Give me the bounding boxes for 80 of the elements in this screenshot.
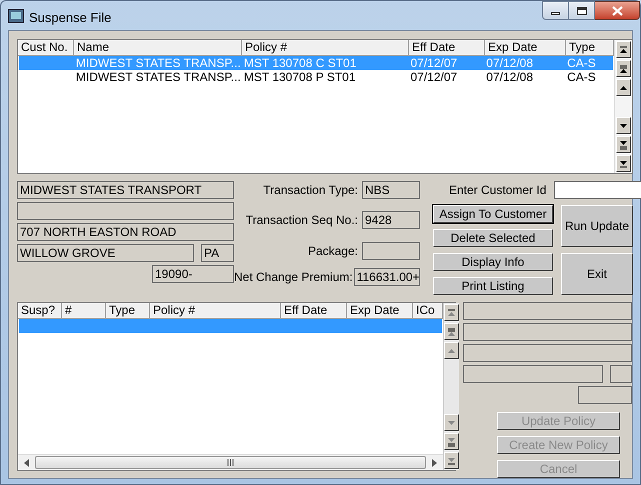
- column-header[interactable]: Exp Date: [347, 303, 413, 319]
- window-title: Suspense File: [29, 9, 112, 27]
- right-arrow-icon: [432, 458, 437, 466]
- column-header[interactable]: Type: [566, 40, 614, 56]
- column-header[interactable]: #: [62, 303, 106, 319]
- state-field[interactable]: PA: [201, 244, 234, 262]
- up-arrow-icon: [446, 308, 457, 318]
- page-up-button[interactable]: [616, 60, 631, 77]
- down-arrow-icon: [618, 140, 629, 150]
- page-down-button[interactable]: [444, 433, 459, 450]
- column-header[interactable]: Name: [74, 40, 242, 56]
- city-field[interactable]: WILLOW GROVE: [17, 244, 194, 262]
- action-button[interactable]: Exit: [561, 253, 633, 295]
- zip-field[interactable]: 19090-: [152, 265, 234, 283]
- scroll-down-button[interactable]: [616, 117, 631, 134]
- text-field[interactable]: [463, 323, 632, 341]
- value-field[interactable]: 116631.00+: [354, 268, 420, 286]
- column-header[interactable]: Eff Date: [409, 40, 485, 56]
- address-field[interactable]: 707 NORTH EASTON ROAD: [17, 223, 234, 241]
- maximize-button[interactable]: [569, 1, 595, 20]
- column-header[interactable]: ICo: [413, 303, 443, 319]
- scroll-bottom-button[interactable]: [616, 155, 631, 172]
- text-field[interactable]: [463, 302, 632, 320]
- column-header[interactable]: Eff Date: [281, 303, 347, 319]
- close-icon: [612, 6, 622, 16]
- field-label: Net Change Premium:: [234, 269, 353, 286]
- minimize-button[interactable]: [542, 1, 569, 20]
- field-label: Enter Customer Id: [449, 182, 546, 199]
- text-field[interactable]: [463, 365, 603, 383]
- customer-id-field[interactable]: [554, 181, 641, 199]
- text-field[interactable]: [610, 365, 632, 383]
- scrollbar-thumb[interactable]: [35, 456, 426, 469]
- table-cell-text: MIDWEST STATES TRANSP...: [74, 70, 242, 84]
- table-cell-text: CA-S: [566, 56, 597, 70]
- scroll-down-button[interactable]: [444, 414, 459, 431]
- action-button[interactable]: Run Update: [561, 205, 633, 247]
- column-header[interactable]: Exp Date: [485, 40, 566, 56]
- table-cell-text: MST 130708 C ST01: [242, 56, 358, 70]
- address-field[interactable]: [17, 202, 234, 220]
- value-field[interactable]: NBS: [362, 181, 420, 199]
- page-up-button[interactable]: [444, 323, 459, 340]
- action-button[interactable]: Display Info: [433, 253, 553, 271]
- up-arrow-icon: [618, 64, 629, 74]
- table-cell-text: 07/12/07: [409, 56, 458, 70]
- value-field[interactable]: 9428: [362, 211, 420, 229]
- action-button[interactable]: Delete Selected: [433, 229, 553, 247]
- action-button[interactable]: Print Listing: [433, 277, 553, 295]
- up-arrow-icon: [618, 44, 629, 54]
- table-cell-text: MST 130708 P ST01: [242, 70, 357, 84]
- scroll-bottom-button[interactable]: [444, 452, 459, 469]
- app-icon: [8, 9, 24, 23]
- column-header[interactable]: Policy #: [150, 303, 281, 319]
- left-arrow-icon: [24, 458, 29, 466]
- name-field[interactable]: MIDWEST STATES TRANSPORT: [17, 181, 234, 199]
- down-arrow-icon: [618, 158, 629, 168]
- column-header[interactable]: Susp?: [18, 303, 62, 319]
- up-arrow-icon: [446, 326, 457, 336]
- table-cell-text: 07/12/07: [409, 70, 458, 84]
- scroll-top-button[interactable]: [616, 41, 631, 58]
- column-header[interactable]: Cust No.: [18, 40, 74, 56]
- table-cell-text: 07/12/08: [485, 70, 534, 84]
- down-arrow-icon: [446, 456, 457, 466]
- scroll-up-button[interactable]: [444, 342, 459, 359]
- down-arrow-icon: [446, 436, 457, 446]
- table-cell-text: 07/12/08: [485, 56, 534, 70]
- scroll-up-button[interactable]: [616, 79, 631, 96]
- field-label: Package:: [308, 243, 358, 260]
- text-field[interactable]: [463, 344, 632, 362]
- action-button[interactable]: Assign To Customer: [433, 205, 553, 223]
- scroll-top-button[interactable]: [444, 304, 459, 321]
- close-button[interactable]: [595, 1, 640, 20]
- field-label: Transaction Seq No.:: [246, 212, 358, 229]
- value-field[interactable]: [362, 242, 420, 260]
- text-field[interactable]: [578, 386, 632, 404]
- column-header[interactable]: Type: [106, 303, 150, 319]
- field-label: Transaction Type:: [263, 182, 358, 199]
- table-cell-text: MIDWEST STATES TRANSP...: [74, 56, 242, 70]
- table-cell-text: CA-S: [566, 70, 597, 84]
- column-header[interactable]: Policy #: [242, 40, 409, 56]
- page-down-button[interactable]: [616, 136, 631, 153]
